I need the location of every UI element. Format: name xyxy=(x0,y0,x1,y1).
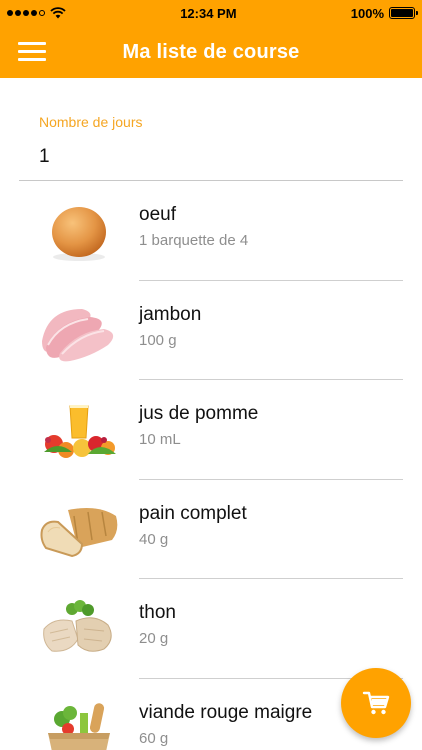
days-input[interactable] xyxy=(39,144,379,170)
ham-image xyxy=(42,308,114,361)
item-quantity: 60 g xyxy=(139,729,169,747)
hamburger-menu-icon[interactable] xyxy=(18,38,48,64)
item-name: jus de pomme xyxy=(139,403,259,424)
egg-image xyxy=(52,207,106,261)
list-item[interactable]: jus de pomme 10 mL xyxy=(0,380,422,480)
status-right: 100% xyxy=(350,5,418,21)
item-name: pain complet xyxy=(139,502,247,524)
item-quantity: 10 mL xyxy=(139,431,181,448)
item-quantity: 40 g xyxy=(139,530,169,548)
list-item[interactable]: pain complet 40 g xyxy=(0,480,422,579)
item-name: jambon xyxy=(139,303,202,325)
shopping-cart-icon xyxy=(362,691,390,715)
status-bar: 12:34 PM 100% xyxy=(0,0,422,26)
signal-strength-icon xyxy=(7,10,45,16)
item-quantity: 1 barquette de 4 xyxy=(139,232,249,249)
item-name: thon xyxy=(139,602,176,623)
status-left xyxy=(7,7,66,19)
apple-juice-image xyxy=(44,405,116,458)
battery-percentage: 100% xyxy=(350,5,384,21)
bread-image xyxy=(40,507,118,557)
grocery-bag-image xyxy=(48,702,110,750)
status-time: 12:34 PM xyxy=(180,5,237,21)
tuna-image xyxy=(43,600,112,652)
list-item[interactable]: jambon 100 g xyxy=(0,281,422,380)
battery-icon xyxy=(389,7,418,19)
nav-bar: Ma liste de course xyxy=(0,26,422,78)
shopping-list: oeuf 1 barquette de 4 jambon 100 g jus d… xyxy=(0,181,422,750)
cart-button[interactable] xyxy=(341,668,411,738)
item-quantity: 100 g xyxy=(139,331,177,349)
days-field-label: Nombre de jours xyxy=(39,114,143,130)
item-quantity: 20 g xyxy=(139,630,169,647)
item-name: oeuf xyxy=(139,204,176,225)
screen: 12:34 PM 100% Ma liste de course Nombre … xyxy=(0,0,422,750)
list-item[interactable]: thon 20 g xyxy=(0,579,422,679)
page-title: Ma liste de course xyxy=(122,40,300,63)
wifi-icon xyxy=(50,7,66,19)
list-item[interactable]: oeuf 1 barquette de 4 xyxy=(0,181,422,281)
item-name: viande rouge maigre xyxy=(139,701,313,723)
